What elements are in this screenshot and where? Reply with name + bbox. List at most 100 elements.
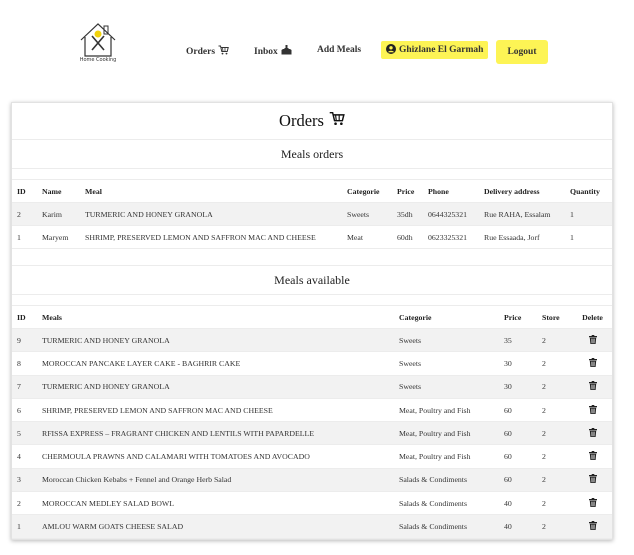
page-title-text: Orders <box>279 111 324 130</box>
order-price: 35dh <box>392 202 423 226</box>
user-profile-button[interactable]: Ghizlane El Garmah <box>381 41 489 59</box>
meals-table: ID Meals Categorie Price Store Delete 9T… <box>12 305 612 539</box>
meal-id: 4 <box>12 444 37 469</box>
meals-col-header: Categorie <box>394 305 499 329</box>
meal-price: 60 <box>499 468 537 493</box>
trash-icon[interactable] <box>588 497 597 507</box>
meal-categorie: Meat, Poultry and Fish <box>394 444 499 469</box>
order-row: 1 Maryem SHRIMP, PRESERVED LEMON AND SAF… <box>12 225 612 249</box>
orders-card: Orders Meals orders ID Name Meal Categor… <box>11 102 613 540</box>
trash-icon[interactable] <box>588 381 597 391</box>
meal-price: 40 <box>499 514 537 539</box>
orders-col-header: Categorie <box>342 179 392 203</box>
meal-categorie: Sweets <box>394 375 499 399</box>
meal-row: 8 MOROCCAN PANCAKE LAYER CAKE - BAGHRIR C… <box>12 351 612 376</box>
trash-icon[interactable] <box>588 474 597 484</box>
order-categorie: Meat <box>342 225 392 249</box>
meal-categorie: Meat, Poultry and Fish <box>394 398 499 423</box>
meal-categorie: Meat, Poultry and Fish <box>394 421 499 446</box>
orders-col-header: Meal <box>80 179 342 203</box>
meal-price: 30 <box>499 375 537 399</box>
user-name: Ghizlane El Garmah <box>399 45 484 55</box>
page-title: Orders <box>12 103 612 140</box>
meals-col-header: Store <box>537 305 573 329</box>
meal-row: 1 AMLOU WARM GOATS CHEESE SALAD Salads & C… <box>12 514 612 539</box>
trash-icon[interactable] <box>588 451 597 461</box>
delete-cell <box>573 398 612 423</box>
meal-categorie: Sweets <box>394 328 499 353</box>
meals-col-header: Delete <box>573 305 612 329</box>
meals-col-header: ID <box>12 305 37 329</box>
nav-inbox-label: Inbox <box>254 46 278 57</box>
orders-col-header: Name <box>37 179 80 203</box>
meal-store: 2 <box>537 444 573 469</box>
orders-col-header: Delivery address <box>479 179 565 203</box>
meal-id: 7 <box>12 375 37 399</box>
order-categorie: Sweets <box>342 202 392 226</box>
meal-store: 2 <box>537 491 573 516</box>
meal-row: 7 TURMERIC AND HONEY GRANOLA Sweets 30 2 <box>12 375 612 399</box>
meal-id: 9 <box>12 328 37 353</box>
nav-orders[interactable]: Orders <box>186 45 229 58</box>
meal-store: 2 <box>537 351 573 376</box>
order-address: Rue RAHA, Essalam <box>479 202 565 226</box>
order-quantity: 1 <box>565 225 612 249</box>
orders-col-header: Price <box>392 179 423 203</box>
order-id: 2 <box>12 202 37 226</box>
nav-inbox[interactable]: Inbox <box>254 45 292 58</box>
order-meal: TURMERIC AND HONEY GRANOLA <box>80 202 342 226</box>
delete-cell <box>573 351 612 376</box>
meal-categorie: Salads & Condiments <box>394 514 499 539</box>
orders-col-header: ID <box>12 179 37 203</box>
order-name: Karim <box>37 202 80 226</box>
delete-cell <box>573 375 612 399</box>
trash-icon[interactable] <box>588 427 597 437</box>
home-cooking-logo[interactable]: Home Cooking <box>78 20 118 72</box>
trash-icon[interactable] <box>588 334 597 344</box>
meal-id: 1 <box>12 514 37 539</box>
meal-store: 2 <box>537 375 573 399</box>
order-phone: 0623325321 <box>423 225 479 249</box>
nav-add-meals[interactable]: Add Meals <box>317 45 361 55</box>
meals-header-row: ID Meals Categorie Price Store Delete <box>12 305 612 329</box>
meal-row: 3 Moroccan Chicken Kebabs + Fennel and Or… <box>12 468 612 493</box>
meal-categorie: Sweets <box>394 351 499 376</box>
meal-store: 2 <box>537 328 573 353</box>
meal-name: AMLOU WARM GOATS CHEESE SALAD <box>37 514 394 539</box>
nav-add-meals-label: Add Meals <box>317 45 362 55</box>
meal-store: 2 <box>537 421 573 446</box>
meal-id: 8 <box>12 351 37 376</box>
logout-button[interactable]: Logout <box>496 40 548 64</box>
meal-price: 60 <box>499 444 537 469</box>
delete-cell <box>573 421 612 446</box>
trash-icon[interactable] <box>588 521 597 531</box>
meal-store: 2 <box>537 398 573 423</box>
nav-orders-label: Orders <box>186 46 216 57</box>
meals-col-header: Price <box>499 305 537 329</box>
order-row: 2 Karim TURMERIC AND HONEY GRANOLA Sweet… <box>12 202 612 226</box>
meal-id: 2 <box>12 491 37 516</box>
orders-col-header: Quantity <box>565 179 612 203</box>
user-circle-icon <box>386 43 396 57</box>
delete-cell <box>573 514 612 539</box>
meals-col-header: Meals <box>37 305 394 329</box>
meal-row: 6 SHRIMP, PRESERVED LEMON AND SAFFRON MAC… <box>12 398 612 423</box>
orders-col-header: Phone <box>423 179 479 203</box>
delete-cell <box>573 328 612 353</box>
meal-price: 40 <box>499 491 537 516</box>
trash-icon[interactable] <box>588 357 597 367</box>
meal-row: 9 TURMERIC AND HONEY GRANOLA Sweets 35 2 <box>12 328 612 353</box>
order-id: 1 <box>12 225 37 249</box>
meal-row: 5 RFISSA EXPRESS – FRAGRANT CHICKEN AND L… <box>12 421 612 446</box>
orders-section-title: Meals orders <box>12 140 612 169</box>
meal-name: RFISSA EXPRESS – FRAGRANT CHICKEN AND LE… <box>37 421 394 446</box>
meal-id: 3 <box>12 468 37 493</box>
trash-icon[interactable] <box>588 404 597 414</box>
order-phone: 0644325321 <box>423 202 479 226</box>
orders-header-row: ID Name Meal Categorie Price Phone Deliv… <box>12 179 612 203</box>
available-section-title: Meals available <box>12 266 612 295</box>
order-address: Rue Essaada, Jorf <box>479 225 565 249</box>
orders-table: ID Name Meal Categorie Price Phone Deliv… <box>12 179 612 249</box>
meal-categorie: Salads & Condiments <box>394 468 499 493</box>
meal-name: MOROCCAN PANCAKE LAYER CAKE - BAGHRIR CA… <box>37 351 394 376</box>
